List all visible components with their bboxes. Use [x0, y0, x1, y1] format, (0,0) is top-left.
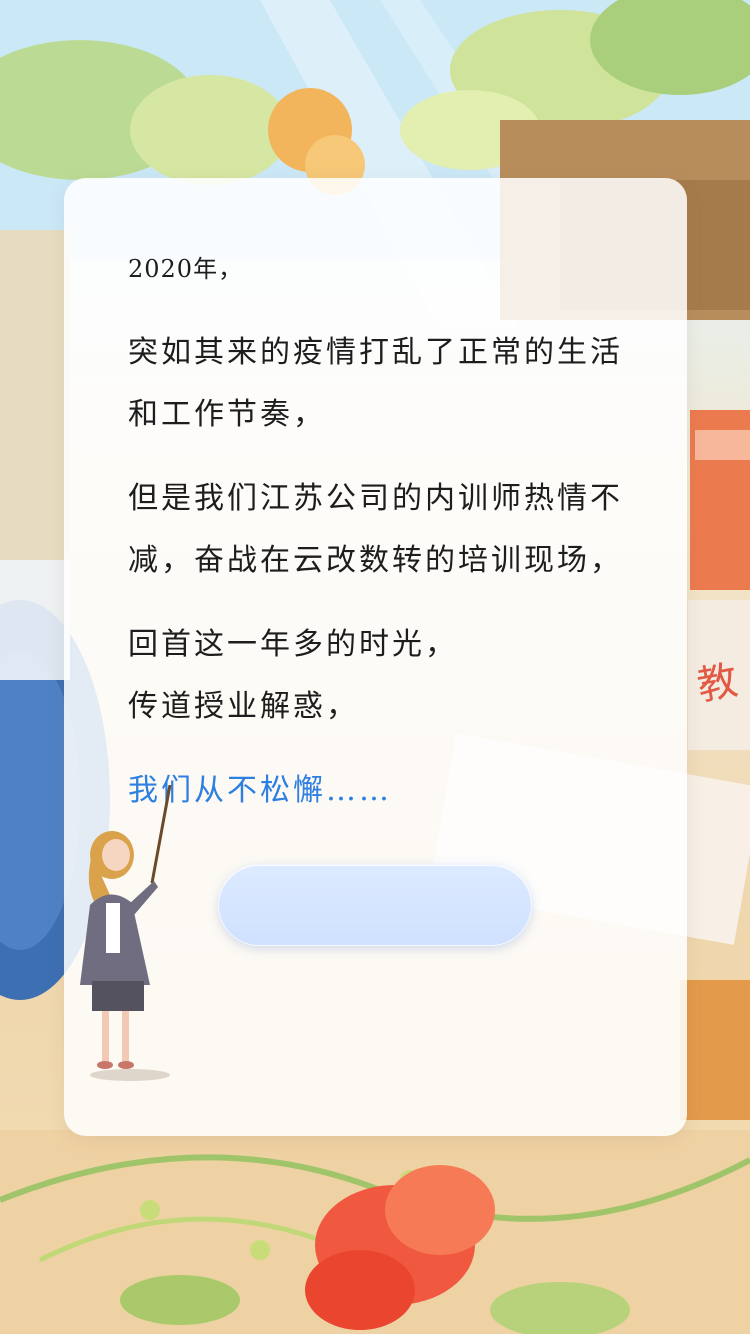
teacher-illustration [80, 785, 172, 1081]
letter-body: 2020年， 突如其来的疫情打乱了正常的生活 和工作节奏， 但是我们江苏公司的内… [128, 238, 658, 822]
paragraph1-line2: 和工作节奏， [128, 397, 326, 432]
paragraph2-line2: 减，奋战在云改数转的培训现场， [128, 543, 623, 578]
paragraph1-line1: 突如其来的疫情打乱了正常的生活 [128, 335, 623, 370]
closing-line: 我们从不松懈…… [128, 773, 392, 808]
paragraph2-line1: 但是我们江苏公司的内训师热情不 [128, 481, 623, 516]
continue-button[interactable] [218, 864, 532, 946]
paragraph3-line1: 回首这一年多的时光， [128, 627, 458, 662]
svg-text:教: 教 [694, 658, 741, 710]
paragraph3-line2: 传道授业解惑， [128, 689, 359, 724]
year-line: 2020年， [128, 255, 244, 283]
